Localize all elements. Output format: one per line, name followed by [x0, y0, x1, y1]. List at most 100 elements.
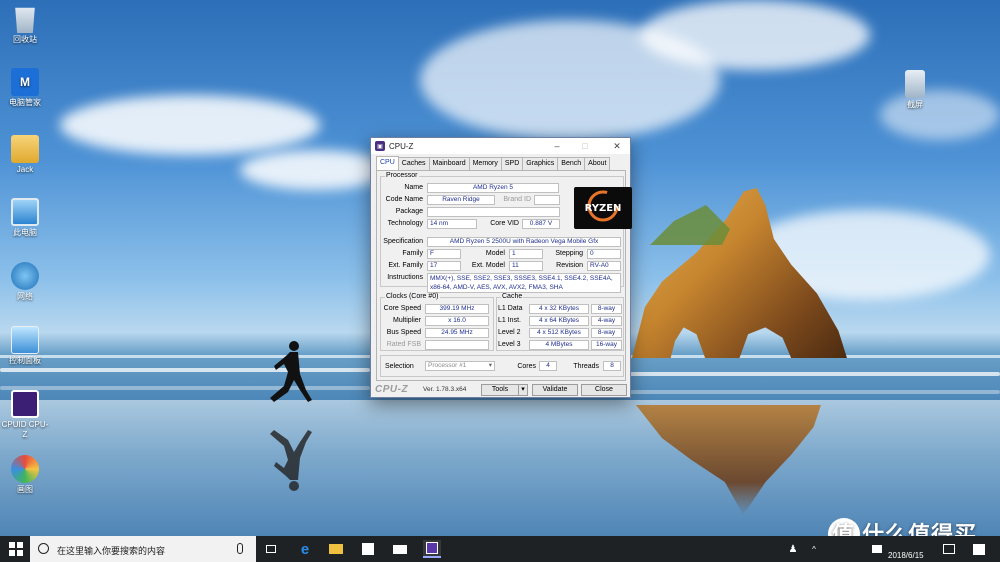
runner-reflection: [270, 430, 312, 491]
cache-l1inst-size: 4 x 64 KBytes: [529, 316, 589, 326]
extfamily-value: 17: [427, 261, 461, 271]
desktop-icon-network[interactable]: 网络: [0, 262, 50, 302]
desktop-icon-control-panel[interactable]: 控制面板: [0, 326, 50, 366]
microphone-icon[interactable]: [237, 543, 243, 554]
technology-value: 14 nm: [427, 219, 477, 229]
tab-graphics[interactable]: Graphics: [522, 157, 559, 170]
store-icon[interactable]: [359, 540, 377, 558]
paint-icon: [11, 455, 39, 483]
clocks-group: Clocks (Core #0) Core Speed 399.19 MHz M…: [380, 293, 494, 351]
tab-cpu[interactable]: CPU: [376, 156, 399, 170]
network-icon: [11, 262, 39, 290]
chevron-down-icon: ▾: [488, 362, 492, 369]
busspeed-label: Bus Speed: [386, 329, 421, 336]
notification-icon[interactable]: [970, 540, 988, 558]
family-value: F: [427, 249, 461, 259]
tab-bench[interactable]: Bench: [557, 157, 586, 170]
logo-text: RYZEN: [585, 203, 622, 214]
cache-l1data-size: 4 x 32 KBytes: [529, 304, 589, 314]
cpuz-brand: CPU-Z: [375, 384, 409, 395]
cpuz-app-icon: ▣: [375, 141, 385, 151]
cache-l1data-way: 8-way: [591, 304, 622, 314]
language-input-icon[interactable]: [940, 540, 958, 558]
tools-label: Tools: [491, 386, 509, 393]
windows-start-icon[interactable]: [9, 542, 23, 556]
selection-label: Selection: [385, 363, 414, 370]
spec-label: Specification: [383, 238, 423, 245]
multiplier-label: Multiplier: [392, 317, 421, 324]
extmodel-value: 11: [509, 261, 543, 271]
desktop-icon-recycle-bin[interactable]: 回收站: [0, 5, 50, 45]
task-view-icon[interactable]: [262, 540, 280, 558]
close-icon[interactable]: ✕: [606, 138, 628, 154]
corevid-value: 0.887 V: [522, 219, 560, 229]
tab-about[interactable]: About: [584, 157, 611, 170]
taskbar-search-box[interactable]: 在这里输入你要搜索的内容: [30, 536, 256, 562]
cortana-icon: [38, 543, 49, 554]
cloud: [60, 95, 320, 155]
cache-l1inst-label: L1 Inst.: [498, 317, 521, 324]
tab-caches[interactable]: Caches: [397, 157, 430, 170]
tools-button[interactable]: Tools: [481, 384, 519, 396]
cpuz-taskbar-icon[interactable]: [423, 540, 441, 558]
selection-row: Selection Processor #1 ▾ Cores 4 Threads…: [380, 355, 624, 377]
runner-silhouette: [270, 341, 312, 402]
desktop-icon-label: 网络: [17, 292, 33, 301]
volume-icon[interactable]: [868, 540, 886, 558]
people-icon[interactable]: ♟: [784, 540, 802, 558]
surf-line: [630, 372, 1000, 376]
package-label: Package: [395, 208, 423, 215]
tab-bar: CPU Caches Mainboard Memory SPD Graphics…: [376, 156, 611, 170]
cache-l3-size: 4 MBytes: [529, 340, 589, 350]
threads-label: Threads: [573, 363, 599, 370]
close-button[interactable]: Close: [581, 384, 627, 396]
cpu-tab-panel: Processor Name AMD Ryzen 5 Code Name Rav…: [376, 170, 632, 381]
tab-spd[interactable]: SPD: [500, 157, 524, 170]
desktop-icon-label: 画图: [17, 485, 33, 494]
desktop-icon-this-pc[interactable]: 此电脑: [0, 198, 50, 238]
desktop-icon-pc-manager[interactable]: M 电脑管家: [0, 68, 50, 108]
minimize-icon[interactable]: –: [546, 138, 568, 154]
stepping-value: 0: [587, 249, 621, 259]
model-label: Model: [485, 250, 505, 257]
tab-memory[interactable]: Memory: [468, 157, 502, 170]
extfamily-label: Ext. Family: [388, 262, 423, 269]
brandid-label: Brand ID: [503, 196, 531, 203]
desktop-icon-user-folder[interactable]: Jack: [0, 135, 50, 175]
tab-mainboard[interactable]: Mainboard: [428, 157, 470, 170]
codename-label: Code Name: [385, 196, 423, 203]
multiplier-value: x 16.0: [425, 316, 489, 326]
revision-label: Revision: [556, 262, 583, 269]
mail-icon[interactable]: [391, 540, 409, 558]
validate-button[interactable]: Validate: [532, 384, 578, 396]
cache-group: Cache L1 Data 4 x 32 KBytes 8-way L1 Ins…: [496, 293, 624, 351]
title-bar[interactable]: ▣ CPU-Z – □ ✕: [371, 138, 630, 154]
chevron-down-icon: ▾: [521, 386, 525, 393]
desktop-icon-label: CPUID CPU-Z: [1, 420, 49, 439]
desktop-icon-paint[interactable]: 画图: [0, 455, 50, 495]
desktop-icon-screenshot[interactable]: 截屏: [890, 70, 940, 110]
clock-date[interactable]: 2018/6/15: [888, 551, 924, 560]
revision-value: RV-A0: [587, 261, 621, 271]
group-title: Clocks (Core #0): [385, 293, 440, 300]
processor-select[interactable]: Processor #1 ▾: [425, 361, 495, 371]
this-pc-icon: [11, 198, 39, 226]
group-title: Processor: [385, 172, 419, 179]
edge-browser-icon[interactable]: e: [296, 540, 314, 558]
version-label: Ver. 1.78.3.x64: [423, 386, 467, 393]
tools-dropdown-button[interactable]: ▾: [518, 384, 528, 396]
cache-l2-size: 4 x 512 KBytes: [529, 328, 589, 338]
desktop-icon-label: 电脑管家: [9, 98, 41, 107]
pc-manager-icon: M: [11, 68, 39, 96]
maximize-icon[interactable]: □: [574, 138, 596, 154]
desktop-icon-cpuz[interactable]: CPUID CPU-Z: [0, 390, 50, 440]
user-folder-icon: [11, 135, 39, 163]
chevron-up-icon[interactable]: ^: [805, 540, 823, 558]
cpuz-window: ▣ CPU-Z – □ ✕ CPU Caches Mainboard Memor…: [370, 137, 632, 398]
instructions-value: MMX(+), SSE, SSE2, SSE3, SSSE3, SSE4.1, …: [427, 273, 621, 293]
processor-select-value: Processor #1: [428, 362, 467, 369]
surf-line: [0, 386, 370, 390]
beach: [0, 400, 1000, 536]
file-explorer-icon[interactable]: [327, 540, 345, 558]
bottom-bar: CPU-Z Ver. 1.78.3.x64 Tools ▾ Validate C…: [375, 384, 627, 396]
